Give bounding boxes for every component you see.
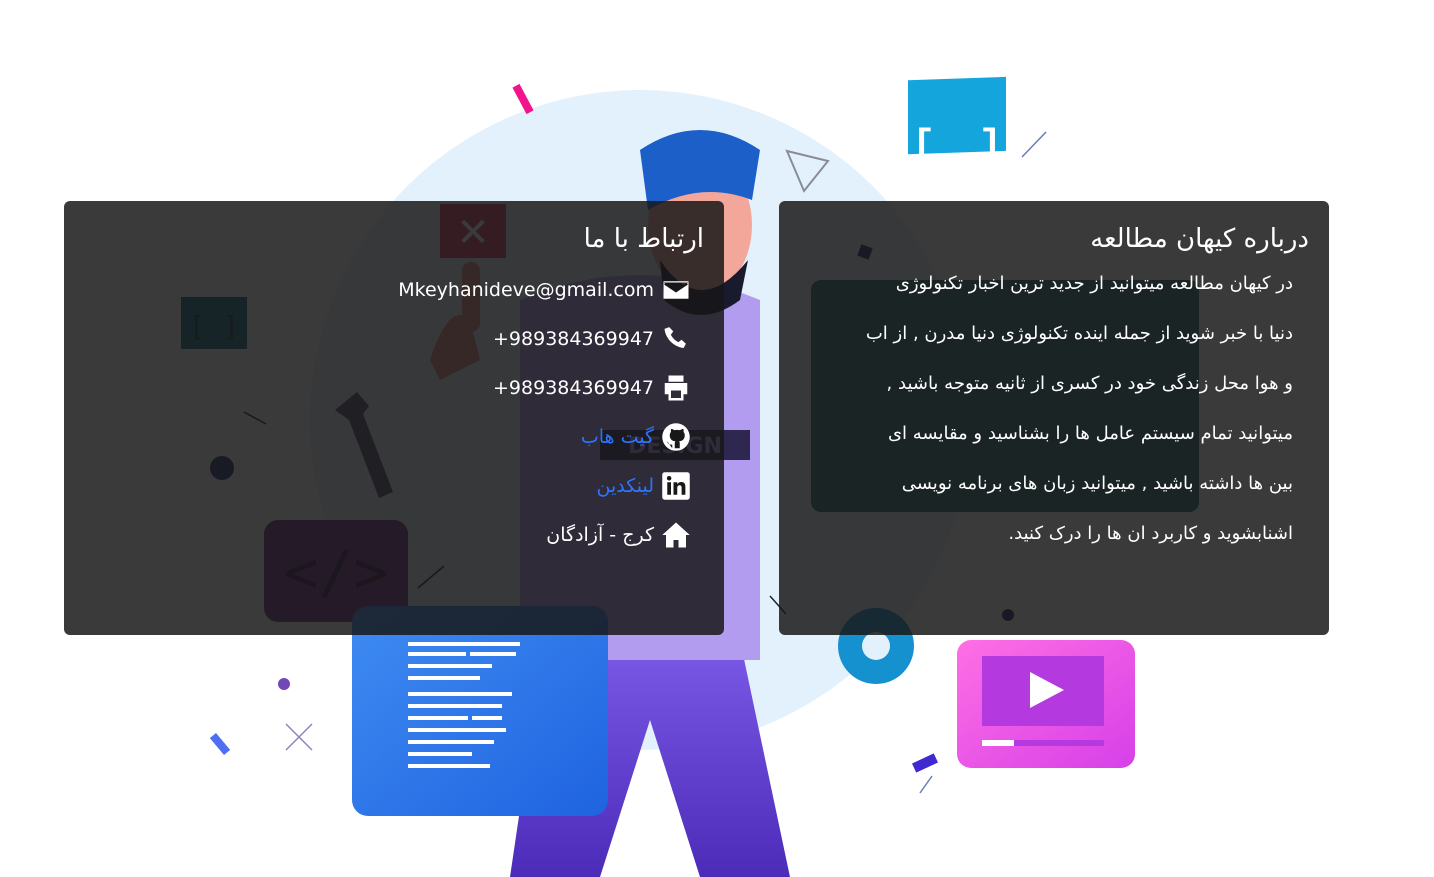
home-icon: [660, 519, 692, 551]
svg-text:[ ]: [ ]: [906, 119, 1007, 184]
contact-address: کرج - آزادگان: [84, 510, 692, 559]
github-icon: [660, 421, 692, 453]
phone-text[interactable]: +989384369947: [493, 328, 654, 350]
fax-text[interactable]: +989384369947: [493, 377, 654, 399]
phone-icon: [660, 323, 692, 355]
contact-phone: +989384369947: [84, 314, 692, 363]
contact-github: گیت هاب: [84, 412, 692, 461]
contact-linkedin: لینکدین: [84, 461, 692, 510]
about-line: و هوا محل زندگی خود در کسری از ثانیه متو…: [886, 373, 1293, 394]
about-line: دنیا با خبر شوید از جمله اینده تکنولوژی …: [865, 323, 1293, 344]
contact-email: Mkeyhanideve@gmail.com: [84, 265, 692, 314]
about-card: درباره کیهان مطالعه در کیهان مطالعه میتو…: [779, 201, 1329, 635]
linkedin-link[interactable]: لینکدین: [597, 475, 654, 497]
address-text: کرج - آزادگان: [546, 523, 654, 546]
about-line: اشنابشوید و کاربرد ان ها را درک کنید.: [1008, 523, 1293, 544]
contact-fax: +989384369947: [84, 363, 692, 412]
about-text: در کیهان مطالعه میتوانید از جدید ترین اخ…: [815, 259, 1309, 559]
contact-list: Mkeyhanideve@gmail.com +989384369947 +98…: [84, 265, 704, 559]
contact-title: ارتباط با ما: [583, 224, 704, 254]
about-line: بین ها داشته باشید , میتوانید زبان های ب…: [901, 473, 1293, 494]
about-line: میتوانید تمام سیستم عامل ها را بشناسید و…: [887, 423, 1293, 444]
about-line: در کیهان مطالعه میتوانید از جدید ترین اخ…: [895, 273, 1293, 294]
github-link[interactable]: گیت هاب: [581, 426, 654, 448]
contact-card: ارتباط با ما Mkeyhanideve@gmail.com +989…: [64, 201, 724, 635]
linkedin-icon: [660, 470, 692, 502]
email-text[interactable]: Mkeyhanideve@gmail.com: [398, 279, 654, 301]
printer-icon: [660, 372, 692, 404]
about-title: درباره کیهان مطالعه: [1090, 224, 1309, 254]
envelope-icon: [660, 274, 692, 306]
